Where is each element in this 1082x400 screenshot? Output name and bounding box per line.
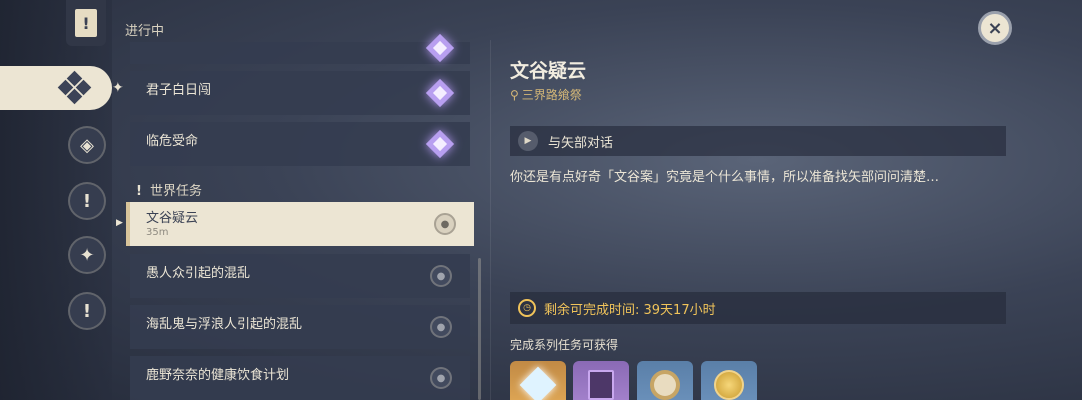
selected-tab-sparkle-icon: ✦ — [112, 80, 124, 96]
archon-quest-icon — [425, 78, 455, 108]
world-quest-icon: ! — [82, 190, 92, 212]
world-quest-header: ! 世界任务 — [136, 180, 202, 199]
story-quest-icon: ◈ — [80, 134, 94, 156]
quest-tab-world[interactable]: ! — [68, 182, 106, 220]
quest-location-label: 三界路飨祭 — [521, 88, 582, 102]
quest-book-icon: ! — [75, 9, 97, 37]
quest-title: 海乱鬼与浮浪人引起的混乱 — [146, 317, 303, 332]
track-quest-pin-icon[interactable]: ● — [430, 265, 452, 287]
quest-tab-commission[interactable]: ✦ — [68, 236, 106, 274]
quest-step-label: 与矢部对话 — [548, 135, 614, 151]
world-quest-icon: ! — [136, 184, 142, 199]
quest-detail-title: 文谷疑云 — [510, 60, 587, 82]
world-quest-header-label: 世界任务 — [149, 184, 202, 199]
quest-tab-archon[interactable] — [0, 66, 112, 110]
commission-icon: ✦ — [79, 244, 95, 266]
archon-quest-icon — [57, 70, 92, 105]
panel-divider — [490, 40, 491, 400]
quest-card[interactable]: 鹿野奈奈的健康饮食计划 ● — [130, 356, 470, 400]
step-arrow-icon: ▶ — [518, 131, 538, 151]
quest-location: ⚲ 三界路飨祭 — [510, 86, 582, 103]
quest-title: 愚人众引起的混乱 — [146, 266, 251, 281]
quest-card[interactable]: 愚人众引起的混乱 ● — [130, 254, 470, 298]
section-title: 进行中 — [125, 24, 165, 39]
reward-item[interactable] — [637, 361, 693, 400]
quest-title: 君子白日闯 — [146, 83, 212, 98]
quest-description: 你还是有点好奇「文谷案」究竟是个什么事情，所以准备找矢部问问清楚… — [510, 170, 940, 185]
event-quest-icon: ! — [82, 300, 92, 322]
quest-card-partial[interactable] — [130, 33, 470, 64]
quest-tab-story[interactable]: ◈ — [68, 126, 106, 164]
quest-card[interactable]: 临危受命 — [130, 122, 470, 166]
reward-item[interactable] — [510, 361, 566, 400]
quest-tab-all[interactable]: ! — [66, 0, 106, 46]
archon-quest-icon — [425, 33, 455, 63]
quest-card[interactable]: 海乱鬼与浮浪人引起的混乱 ● — [130, 305, 470, 349]
reward-item[interactable] — [701, 361, 757, 400]
clock-icon: ◷ — [518, 299, 536, 317]
quest-timer: ◷ 剩余可完成时间: 39天17小时 — [510, 292, 1006, 324]
reward-item[interactable] — [573, 361, 629, 400]
quest-title: 文谷疑云 — [146, 211, 199, 226]
quest-title: 鹿野奈奈的健康饮食计划 — [146, 368, 290, 383]
quest-timer-label: 剩余可完成时间: 39天17小时 — [544, 302, 716, 318]
quest-title: 临危受命 — [146, 134, 199, 149]
quest-list-scrollbar[interactable] — [478, 258, 481, 400]
hero-wit-icon — [588, 370, 614, 400]
archon-quest-icon — [425, 129, 455, 159]
track-quest-pin-icon[interactable]: ● — [430, 316, 452, 338]
track-quest-pin-icon[interactable]: ● — [430, 367, 452, 389]
rewards-label: 完成系列任务可获得 — [510, 338, 619, 352]
quest-card[interactable]: 君子白日闯 — [130, 71, 470, 115]
mora-icon — [714, 370, 744, 400]
close-button[interactable]: × — [978, 11, 1012, 45]
quest-card-selected[interactable]: 文谷疑云 35m ● — [126, 202, 474, 246]
primogem-icon — [519, 366, 557, 400]
close-icon: × — [987, 17, 1003, 39]
quest-distance: 35m — [146, 227, 169, 238]
quest-tab-event[interactable]: ! — [68, 292, 106, 330]
mystic-enhancement-ore-icon — [650, 370, 680, 400]
location-pin-icon: ⚲ — [510, 88, 519, 102]
track-quest-pin-icon[interactable]: ● — [434, 213, 456, 235]
quest-step: ▶ 与矢部对话 — [510, 126, 1006, 156]
selected-quest-arrow-icon: ▶ — [116, 218, 123, 228]
